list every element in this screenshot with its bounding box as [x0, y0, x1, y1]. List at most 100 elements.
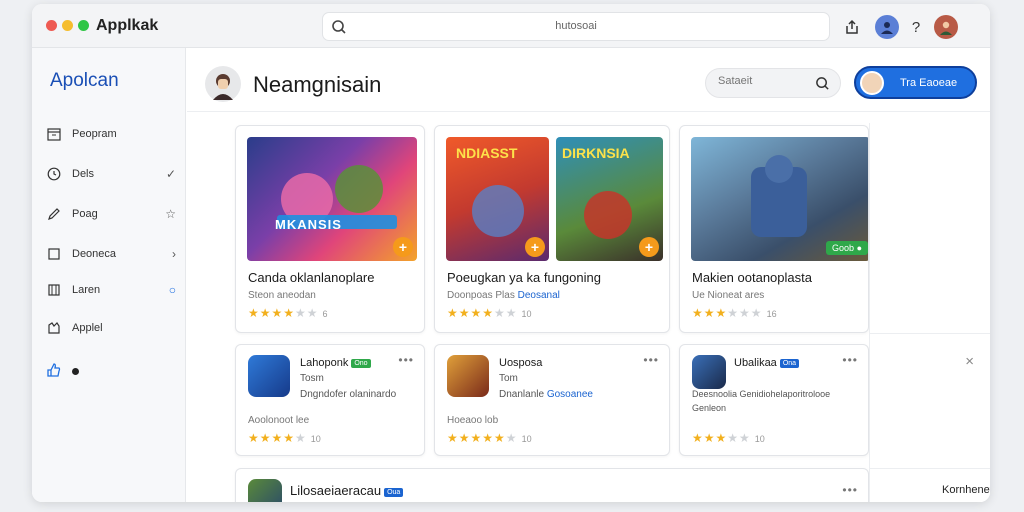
- sidebar-item-applel[interactable]: Applel: [46, 316, 178, 340]
- app-card[interactable]: Uosposa ••• Tom Dnanlanle Gosoanee Hoeao…: [434, 344, 670, 456]
- add-button[interactable]: +: [393, 237, 413, 257]
- app-description: Deesnoolia Genidiohelaporitrolooe: [692, 389, 831, 399]
- account-avatar: [860, 71, 884, 95]
- check-icon: ✓: [165, 167, 176, 181]
- app-icon: [248, 479, 282, 502]
- app-icon: [248, 355, 290, 397]
- app-icon: [692, 355, 726, 389]
- more-options-icon[interactable]: •••: [398, 353, 414, 367]
- header-divider: [187, 111, 990, 112]
- sidebar-item-label: Peopram: [72, 128, 117, 140]
- game-art: NDIASST +: [446, 137, 549, 261]
- sidebar-item-label: Laren: [72, 284, 101, 296]
- status-circle-icon: ○: [168, 283, 176, 297]
- chevron-right-icon: ›: [172, 247, 176, 261]
- game-art: DIRKNSIA +: [556, 137, 663, 261]
- app-name: Uosposa: [499, 357, 543, 369]
- game-art: Goob ●: [691, 137, 868, 261]
- book-icon: [46, 282, 62, 298]
- account-button[interactable]: Tra Eaoeae: [854, 66, 977, 99]
- sidebar-item-label: Poag: [72, 208, 98, 220]
- title-bar: Applkak hutosoai ?: [32, 4, 990, 48]
- publisher-link[interactable]: Deosanal: [518, 290, 560, 301]
- search-field[interactable]: [705, 68, 841, 98]
- featured-card[interactable]: Goob ● Makien ootanoplasta Ue Nioneat ar…: [679, 125, 869, 333]
- game-art: MKANSIS +: [247, 137, 417, 261]
- app-name: Applkak: [96, 17, 159, 34]
- more-options-icon[interactable]: •••: [643, 353, 659, 367]
- sidebar-item-peopram[interactable]: Peopram: [46, 122, 178, 146]
- app-name: Lahoponk Ono: [300, 357, 371, 369]
- featured-card[interactable]: NDIASST + DIRKNSIA + Poeugkan ya ka fung…: [434, 125, 670, 333]
- app-name: Lilosaeiaeracau Oua: [290, 483, 404, 498]
- profile-avatar[interactable]: [934, 15, 958, 39]
- panel-label[interactable]: Kornhenet: [942, 484, 990, 496]
- panel-divider: [870, 333, 990, 334]
- app-window: Applkak hutosoai ? Apolcan Peopram Dels …: [32, 4, 990, 502]
- sidebar-item-dels[interactable]: Dels ✓: [46, 162, 178, 186]
- star-rating: ★★★★★ 10: [692, 431, 765, 445]
- app-meta: Aoolonoot lee: [248, 415, 310, 426]
- main-content: Neamgnisain Tra Eaoeae MKANSIS + Canda o…: [187, 48, 990, 502]
- add-button[interactable]: +: [525, 237, 545, 257]
- address-text: hutosoai: [555, 20, 597, 32]
- close-icon[interactable]: ×: [965, 353, 974, 370]
- app-tag: Oua: [384, 488, 404, 497]
- page-avatar: [205, 66, 241, 102]
- star-rating: ★★★★★★ 16: [692, 306, 777, 320]
- featured-card[interactable]: MKANSIS + Canda oklanlanoplare Steon ane…: [235, 125, 425, 333]
- more-options-icon[interactable]: •••: [842, 353, 858, 367]
- sidebar-item-label: Applel: [72, 322, 103, 334]
- sidebar-item-poag[interactable]: Poag ☆: [46, 202, 178, 226]
- game-subtitle: Steon aneodan: [248, 290, 316, 301]
- app-card[interactable]: Ubalikaa Ona ••• Deesnoolia Genidiohelapo…: [679, 344, 869, 456]
- pencil-icon: [46, 206, 62, 222]
- game-subtitle: Doonpoas Plas Deosanal: [447, 290, 560, 301]
- sidebar-item-deoneca[interactable]: Deoneca ›: [46, 242, 178, 266]
- game-subtitle: Ue Nioneat ares: [692, 290, 765, 301]
- star-rating: ★★★★★ 10: [248, 431, 321, 445]
- share-icon[interactable]: [840, 15, 864, 39]
- app-description: Dnanlanle Gosoanee: [499, 389, 593, 400]
- add-button[interactable]: +: [639, 237, 659, 257]
- game-title: Makien ootanoplasta: [692, 270, 812, 285]
- app-icon: [447, 355, 489, 397]
- address-bar[interactable]: hutosoai: [322, 12, 830, 41]
- close-window-button[interactable]: [46, 20, 57, 31]
- app-card[interactable]: Lilosaeiaeracau Oua •••: [235, 468, 869, 502]
- minimize-window-button[interactable]: [62, 20, 73, 31]
- panel-divider: [870, 468, 990, 469]
- search-input[interactable]: [718, 75, 808, 87]
- like-icon[interactable]: [46, 362, 62, 378]
- page-title: Neamgnisain: [253, 72, 382, 97]
- app-name: Ubalikaa Ona: [734, 357, 800, 369]
- sidebar-item-laren[interactable]: Laren ○: [46, 278, 178, 302]
- game-art-label: NDIASST: [456, 145, 518, 161]
- calendar-icon: [46, 126, 62, 142]
- game-art-label: DIRKNSIA: [562, 145, 630, 161]
- game-title: Canda oklanlanoplare: [248, 270, 375, 285]
- user-avatar[interactable]: [875, 15, 899, 39]
- app-icon: [46, 320, 62, 336]
- game-art-label: MKANSIS: [275, 217, 342, 232]
- developer-link[interactable]: Gosoanee: [547, 389, 593, 400]
- more-options-icon[interactable]: •••: [842, 483, 858, 497]
- brand-title: Apolcan: [50, 70, 119, 91]
- star-rating: ★★★★★★ 10: [447, 431, 532, 445]
- account-button-label: Tra Eaoeae: [900, 77, 958, 89]
- maximize-window-button[interactable]: [78, 20, 89, 31]
- star-rating: ★★★★★★ 10: [447, 306, 532, 320]
- star-rating: ★★★★★★ 6: [248, 306, 328, 320]
- clock-icon: [46, 166, 62, 182]
- help-icon[interactable]: ?: [904, 15, 928, 39]
- app-category: Tosm: [300, 373, 324, 384]
- square-icon: [46, 246, 62, 262]
- app-card[interactable]: Lahoponk Ono ••• Tosm Dngndofer olaninard…: [235, 344, 425, 456]
- game-badge: Goob ●: [826, 241, 868, 255]
- sidebar-item-label: Deoneca: [72, 248, 117, 260]
- app-tag: Ono: [351, 359, 371, 368]
- game-title: Poeugkan ya ka fungoning: [447, 270, 601, 285]
- status-dot: [72, 368, 79, 375]
- app-meta: Hoeaoo lob: [447, 415, 499, 426]
- search-icon[interactable]: [815, 76, 830, 96]
